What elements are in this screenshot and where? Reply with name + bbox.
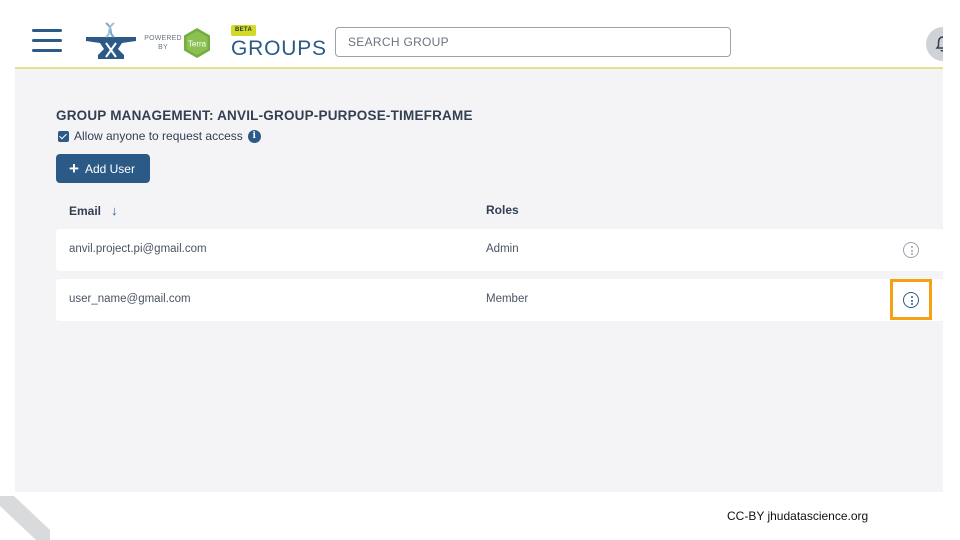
- allow-access-label: Allow anyone to request access: [74, 129, 243, 143]
- highlight-annotation-box: [890, 279, 932, 320]
- roles-column-header: Roles: [486, 203, 519, 217]
- powered-by-line2: BY: [158, 44, 168, 51]
- powered-by-line1: POWERED: [144, 35, 182, 42]
- row-role: Admin: [486, 243, 519, 255]
- table-row: anvil.project.pi@gmail.com Admin: [56, 229, 943, 271]
- app-title: GROUPS: [231, 37, 327, 60]
- app-frame: POWERED BY Terra BETA GROUPS GROUP MANAG…: [15, 15, 943, 492]
- powered-by-label: POWERED BY: [143, 34, 183, 52]
- add-user-button[interactable]: + Add User: [56, 154, 150, 183]
- row-email: user_name@gmail.com: [69, 293, 191, 305]
- row-actions-menu-icon[interactable]: [903, 242, 919, 258]
- row-role: Member: [486, 293, 529, 305]
- email-column-header[interactable]: Email ↓: [69, 203, 118, 218]
- allow-access-option: Allow anyone to request access i: [58, 128, 261, 144]
- hamburger-menu-icon[interactable]: [32, 29, 62, 53]
- search-group-input[interactable]: [335, 27, 731, 57]
- terra-logo: Terra: [184, 28, 210, 58]
- plus-icon: +: [69, 159, 79, 178]
- corner-decoration: [0, 496, 50, 540]
- beta-badge: BETA: [231, 25, 257, 36]
- add-user-label: Add User: [84, 161, 135, 176]
- allow-access-checkbox[interactable]: [58, 130, 69, 142]
- page-title: GROUP MANAGEMENT: ANVIL-GROUP-PURPOSE-TI…: [56, 108, 473, 123]
- row-email: anvil.project.pi@gmail.com: [69, 243, 207, 255]
- notifications-button[interactable]: [926, 27, 943, 61]
- footer-credit: CC-BY jhudatascience.org: [727, 509, 869, 523]
- table-row: user_name@gmail.com Member: [56, 279, 943, 321]
- info-icon[interactable]: i: [247, 129, 261, 143]
- sort-descending-icon[interactable]: ↓: [111, 203, 118, 218]
- anvil-logo[interactable]: [84, 21, 138, 65]
- terra-logo-text: Terra: [188, 40, 207, 49]
- email-column-label: Email: [69, 203, 102, 218]
- bell-icon: [935, 36, 943, 52]
- top-navigation-bar: POWERED BY Terra BETA GROUPS: [15, 15, 943, 69]
